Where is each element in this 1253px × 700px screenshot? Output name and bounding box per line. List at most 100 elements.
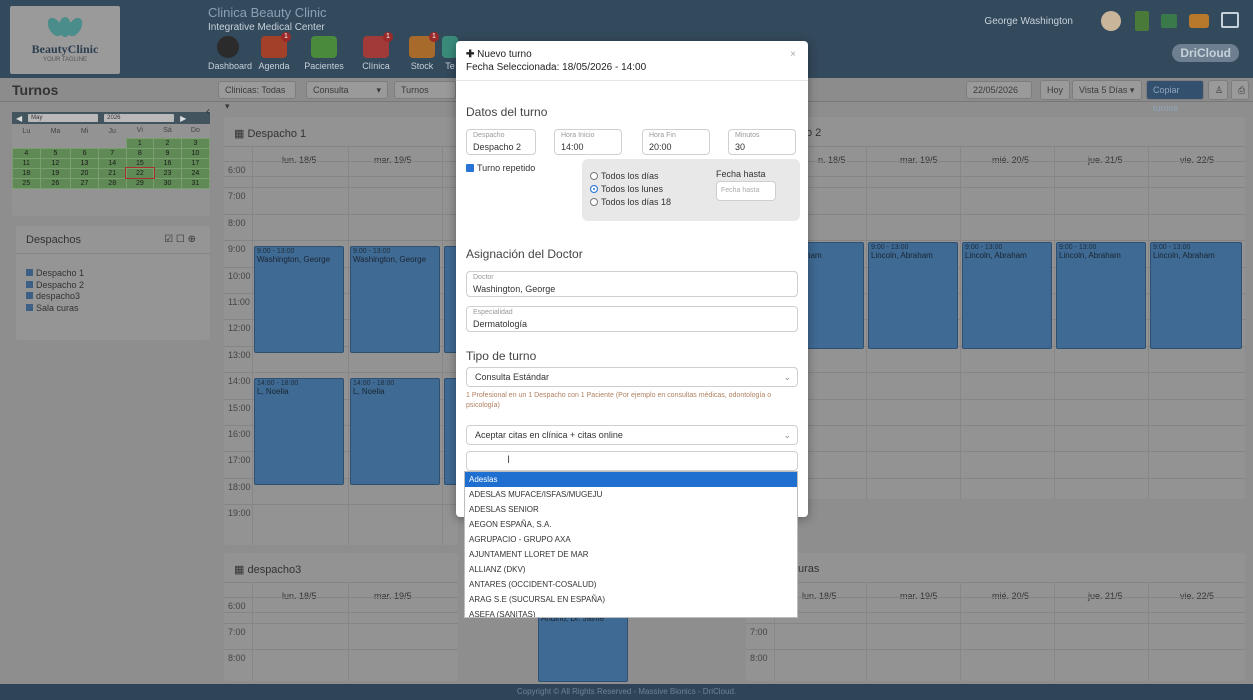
- close-icon[interactable]: ×: [790, 49, 796, 60]
- dropdown-option[interactable]: ASEFA (SANITAS): [465, 607, 797, 617]
- calendar-day[interactable]: 22: [125, 167, 155, 179]
- doctor-field[interactable]: Doctor Washington, George: [466, 271, 798, 297]
- calendar-day[interactable]: 14: [97, 157, 127, 169]
- appointment-block[interactable]: 9:00 - 13:00 Lincoln, Abraham: [962, 242, 1052, 349]
- calendar-day[interactable]: 23: [153, 167, 182, 179]
- calendar-day[interactable]: 28: [97, 177, 127, 189]
- year-select[interactable]: 2026: [104, 114, 175, 122]
- appointment-block[interactable]: 9:00 - 13:00 Lincoln, Abraham: [868, 242, 958, 349]
- radio-todos-dias[interactable]: Todos los días: [590, 171, 659, 181]
- hour-row[interactable]: [796, 187, 1245, 213]
- appointment-block[interactable]: 9:00 - 13:00 Lincoln, Abraham: [1056, 242, 1146, 349]
- nav-agenda[interactable]: 1 Agenda: [254, 32, 294, 71]
- prev-month-icon[interactable]: ◀: [16, 114, 22, 123]
- calendar-day[interactable]: 24: [180, 167, 211, 179]
- hour-row[interactable]: 7:00: [224, 187, 458, 213]
- hour-row[interactable]: [796, 425, 1245, 451]
- consulta-filter[interactable]: Consulta ▾: [306, 81, 388, 99]
- print-button[interactable]: ⎙: [1231, 80, 1249, 100]
- user-filter-button[interactable]: ♙: [1208, 80, 1228, 100]
- calendar-day[interactable]: 21: [97, 167, 127, 179]
- hour-row[interactable]: [796, 477, 1245, 499]
- despacho-item[interactable]: Despacho 2: [26, 280, 200, 292]
- calendar-day[interactable]: 16: [153, 157, 182, 169]
- dropdown-option[interactable]: ARAG S.E (SUCURSAL EN ESPAÑA): [465, 592, 797, 607]
- hour-row[interactable]: 8:00: [224, 649, 458, 675]
- despacho-item[interactable]: Despacho 1: [26, 268, 200, 280]
- hour-row[interactable]: 6:00: [224, 161, 458, 187]
- dropdown-option[interactable]: AJUNTAMENT LLORET DE MAR: [465, 547, 797, 562]
- calendar-day[interactable]: 31: [180, 177, 211, 189]
- appointment-block[interactable]: 9:00 - 13:00 Washington, George: [254, 246, 344, 353]
- check-all-icon[interactable]: ☑: [164, 234, 173, 245]
- hour-row[interactable]: [796, 372, 1245, 398]
- dropdown-option[interactable]: ANTARES (OCCIDENT-COSALUD): [465, 577, 797, 592]
- calendar-day[interactable]: 12: [39, 157, 72, 169]
- calendar-day[interactable]: 13: [70, 157, 99, 169]
- calendar-day[interactable]: 9: [153, 147, 182, 159]
- radio-todos-18[interactable]: Todos los días 18: [590, 197, 671, 207]
- minutos-field[interactable]: Minutos 30: [728, 129, 796, 155]
- calendar-day[interactable]: 3: [180, 137, 211, 149]
- hour-row[interactable]: 6:00: [746, 597, 1245, 623]
- calendar-day[interactable]: 29: [125, 177, 155, 189]
- calendar-day[interactable]: 27: [70, 177, 99, 189]
- hour-row[interactable]: 19:00: [224, 504, 458, 530]
- hour-row[interactable]: [796, 451, 1245, 477]
- user-name[interactable]: George Washington: [984, 16, 1073, 27]
- date-field[interactable]: 22/05/2026: [966, 81, 1032, 99]
- calendar-day[interactable]: 19: [39, 167, 72, 179]
- messages-icon[interactable]: [1189, 14, 1209, 28]
- collapse-sidebar-icon[interactable]: ‹: [206, 104, 210, 118]
- calendar-day[interactable]: 20: [70, 167, 99, 179]
- appointment-block[interactable]: 9:00 - 13:00 Lincoln, Abraham: [1150, 242, 1242, 349]
- clinicas-filter[interactable]: Clinicas: Todas ▾: [218, 81, 296, 111]
- dropdown-option[interactable]: ADESLAS MUFACE/ISFAS/MUGEJU: [465, 487, 797, 502]
- calendar-day[interactable]: 6: [70, 147, 99, 159]
- appointment-block[interactable]: 14:00 - 18:00 L, Noelia: [350, 378, 440, 485]
- hour-row[interactable]: 8:00: [224, 213, 458, 240]
- hour-row[interactable]: [796, 398, 1245, 425]
- calendar-day[interactable]: 15: [125, 157, 155, 169]
- hour-row[interactable]: [796, 345, 1245, 372]
- hour-row[interactable]: [796, 161, 1245, 187]
- dropdown-option[interactable]: AGRUPACIO - GRUPO AXA: [465, 532, 797, 547]
- turnos-filter[interactable]: Turnos: [394, 81, 456, 99]
- turno-repetido-checkbox[interactable]: Turno repetido: [466, 163, 535, 173]
- add-despacho-icon[interactable]: ⊕: [188, 234, 196, 245]
- hora-inicio-field[interactable]: Hora Inicio 14:00: [554, 129, 622, 155]
- calendar-day[interactable]: 26: [39, 177, 72, 189]
- uncheck-all-icon[interactable]: ☐: [176, 234, 185, 245]
- calendar-day[interactable]: 10: [180, 147, 211, 159]
- calendar-day[interactable]: 17: [180, 157, 211, 169]
- hora-fin-field[interactable]: Hora Fin 20:00: [642, 129, 710, 155]
- appointment-block[interactable]: Andino, Dr. Jaime: [538, 612, 628, 682]
- calendar-day[interactable]: 25: [12, 177, 41, 189]
- vista-dropdown[interactable]: Vista 5 Días ▾: [1072, 80, 1142, 100]
- radio-todos-lunes[interactable]: Todos los lunes: [590, 184, 663, 194]
- calendar-day[interactable]: 5: [39, 147, 72, 159]
- avatar[interactable]: [1101, 11, 1121, 31]
- calendar-day[interactable]: 2: [153, 137, 182, 149]
- hoy-button[interactable]: Hoy: [1040, 80, 1070, 100]
- wifi-icon[interactable]: [1161, 14, 1177, 28]
- dropdown-option[interactable]: ALLIANZ (DKV): [465, 562, 797, 577]
- appointment-block[interactable]: 9:00 - 13:00 Washington, George: [350, 246, 440, 353]
- nav-stock[interactable]: 1 Stock: [402, 32, 442, 71]
- calendar-day[interactable]: 30: [153, 177, 182, 189]
- despacho-item[interactable]: Sala curas: [26, 303, 200, 315]
- despacho-item[interactable]: despacho3: [26, 291, 200, 303]
- despacho-field[interactable]: Despacho Despacho 2: [466, 129, 536, 155]
- hour-row[interactable]: [796, 213, 1245, 240]
- nav-pacientes[interactable]: Pacientes: [304, 36, 344, 71]
- clinic-logo[interactable]: BeautyClinic YOUR TAGLINE: [10, 6, 120, 74]
- calendar-day[interactable]: 1: [125, 137, 155, 149]
- hour-row[interactable]: 7:00: [746, 623, 1245, 649]
- especialidad-field[interactable]: Especialidad Dermatología: [466, 306, 798, 332]
- dropdown-option[interactable]: Adeslas: [465, 472, 797, 487]
- aseguradora-search-input[interactable]: I: [466, 451, 798, 471]
- appointment-block[interactable]: 14:00 - 18:00 L, Noelia: [254, 378, 344, 485]
- calendar-day[interactable]: 7: [97, 147, 127, 159]
- dropdown-option[interactable]: AEGON ESPAÑA, S.A.: [465, 517, 797, 532]
- month-select[interactable]: May: [28, 114, 99, 122]
